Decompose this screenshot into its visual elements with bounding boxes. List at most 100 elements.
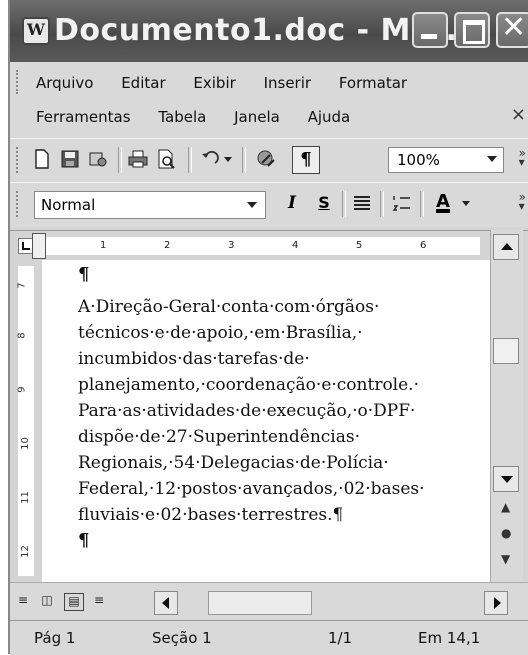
normal-view-icon[interactable]: ≡: [14, 593, 32, 609]
scroll-thumb[interactable]: [493, 338, 519, 364]
text-line: Federal,·12·postos·avançados,·02·bases·: [78, 479, 425, 499]
maximize-button[interactable]: [454, 12, 490, 48]
close-button[interactable]: ✕: [496, 10, 528, 48]
scroll-down-button[interactable]: [493, 466, 519, 492]
italic-button[interactable]: I: [282, 193, 302, 215]
outline-view-icon[interactable]: ≡: [90, 593, 108, 609]
new-document-icon[interactable]: [32, 149, 52, 169]
ruler-number: 1: [100, 240, 107, 251]
ruler-number: 3: [228, 240, 235, 251]
ruler-number: 6: [420, 240, 427, 251]
vruler-number: 9: [16, 386, 28, 393]
toolbar-options-icon[interactable]: » ▾: [519, 147, 526, 168]
close-icon: ✕: [501, 10, 527, 45]
menu-row-2: Ferramentas Tabela Janela Ajuda: [36, 108, 373, 126]
menu-ajuda[interactable]: Ajuda: [308, 108, 351, 126]
italic-label: I: [288, 193, 296, 213]
zoom-dropdown[interactable]: 100%: [388, 147, 504, 173]
next-page-icon[interactable]: ▼: [501, 552, 510, 566]
status-pages: 1/1: [328, 629, 353, 647]
previous-page-icon[interactable]: ▲: [501, 500, 510, 514]
chevron-down-icon: [247, 202, 257, 208]
vruler-number: 8: [16, 332, 28, 339]
menu-formatar[interactable]: Formatar: [339, 74, 407, 92]
undo-dropdown-icon[interactable]: [222, 149, 234, 169]
undo-icon[interactable]: [200, 149, 220, 169]
numbering-icon[interactable]: [392, 193, 412, 213]
font-color-button[interactable]: A: [430, 191, 456, 217]
scroll-up-button[interactable]: [493, 234, 519, 260]
font-color-label: A: [436, 191, 450, 212]
menu-bar: Arquivo Editar Exibir Inserir Formatar F…: [10, 62, 528, 138]
status-bar: Pág 1 Seção 1 1/1 Em 14,1: [10, 620, 528, 655]
web-layout-view-icon[interactable]: ◫: [38, 593, 56, 609]
word-window: W Documento1.doc - Mi... ✕ Arquivo Edita…: [8, 0, 528, 655]
print-preview-icon[interactable]: [156, 149, 176, 169]
arrow-up-icon: [501, 243, 513, 250]
style-dropdown[interactable]: Normal: [34, 191, 266, 219]
menu-editar[interactable]: Editar: [121, 74, 165, 92]
horizontal-ruler[interactable]: 1 2 3 4 5 6: [10, 230, 528, 261]
minimize-icon: [421, 34, 437, 39]
text-line: Regionais,·54·Delegacias·de·Polícia·: [78, 453, 389, 473]
indent-marker[interactable]: [32, 233, 46, 259]
vertical-ruler-scale: [18, 266, 34, 576]
title-bar[interactable]: W Documento1.doc - Mi... ✕: [10, 0, 528, 62]
menu-grip[interactable]: [16, 70, 21, 94]
standard-toolbar: ¶ 100% » ▾: [10, 138, 528, 183]
pilcrow-icon: ¶: [300, 149, 312, 170]
justify-icon[interactable]: [352, 193, 372, 213]
vertical-scrollbar[interactable]: ▲ ● ▼: [490, 230, 523, 582]
status-position: Em 14,1: [418, 629, 481, 647]
toolbar-separator: [118, 147, 122, 173]
menu-ferramentas[interactable]: Ferramentas: [36, 108, 131, 126]
toolbar-grip[interactable]: [16, 191, 21, 217]
save-icon[interactable]: [60, 149, 80, 169]
word-document-icon[interactable]: W: [22, 17, 50, 45]
vertical-ruler[interactable]: 7 8 9 10 11 12: [10, 260, 40, 582]
print-icon[interactable]: [128, 149, 148, 169]
style-value: Normal: [41, 196, 96, 214]
toolbar-separator: [188, 147, 192, 173]
ruler-number: 2: [164, 240, 171, 251]
ruler-scale[interactable]: 1 2 3 4 5 6: [40, 237, 480, 255]
arrow-down-icon: [501, 476, 513, 483]
permission-icon[interactable]: [88, 149, 108, 169]
menu-janela[interactable]: Janela: [234, 108, 280, 126]
horizontal-scrollbar[interactable]: ≡ ◫ ▤ ≡: [10, 582, 528, 621]
menu-exibir[interactable]: Exibir: [193, 74, 235, 92]
vruler-number: 10: [19, 437, 31, 450]
text-line: fluviais·e·02·bases·terrestres.¶: [78, 505, 344, 525]
toolbar-separator: [342, 191, 346, 217]
underline-button[interactable]: S: [314, 193, 334, 215]
menu-inserir[interactable]: Inserir: [264, 74, 311, 92]
text-line: planejamento,·coordenação·e·controle.·: [78, 375, 419, 395]
toolbar-options-icon[interactable]: » ▾: [519, 191, 526, 212]
ruler-number: 4: [292, 240, 299, 251]
document-page[interactable]: ¶ A·Direção-Geral·conta·com·órgãos· técn…: [42, 260, 490, 582]
vruler-number: 11: [19, 491, 31, 504]
toolbar-grip[interactable]: [16, 147, 21, 173]
insert-hyperlink-icon[interactable]: [256, 149, 276, 169]
horizontal-scroll-thumb[interactable]: [208, 591, 312, 615]
browse-object-icon[interactable]: ●: [501, 526, 511, 540]
formatting-toolbar: Normal I S A » ▾: [10, 182, 528, 227]
minimize-button[interactable]: [412, 12, 448, 48]
ruler-number: 5: [356, 240, 363, 251]
show-formatting-button[interactable]: ¶: [292, 146, 320, 174]
chevron-down-icon: [487, 156, 497, 162]
font-color-dropdown-icon[interactable]: [460, 193, 472, 213]
underline-label: S: [318, 193, 330, 212]
scroll-left-button[interactable]: [154, 591, 178, 615]
text-line: A·Direção-Geral·conta·com·órgãos·: [78, 297, 380, 317]
scroll-right-button[interactable]: [484, 591, 508, 615]
status-page: Pág 1: [34, 629, 76, 647]
menu-arquivo[interactable]: Arquivo: [36, 74, 93, 92]
print-layout-view-icon[interactable]: ▤: [64, 593, 84, 611]
menu-tabela[interactable]: Tabela: [158, 108, 206, 126]
window-title: Documento1.doc - Mi...: [54, 13, 458, 48]
text-line: incumbidos·das·tarefas·de·: [78, 349, 310, 369]
document-close-button[interactable]: ×: [511, 104, 526, 125]
toolbar-separator: [380, 191, 384, 217]
zoom-value: 100%: [397, 151, 440, 169]
